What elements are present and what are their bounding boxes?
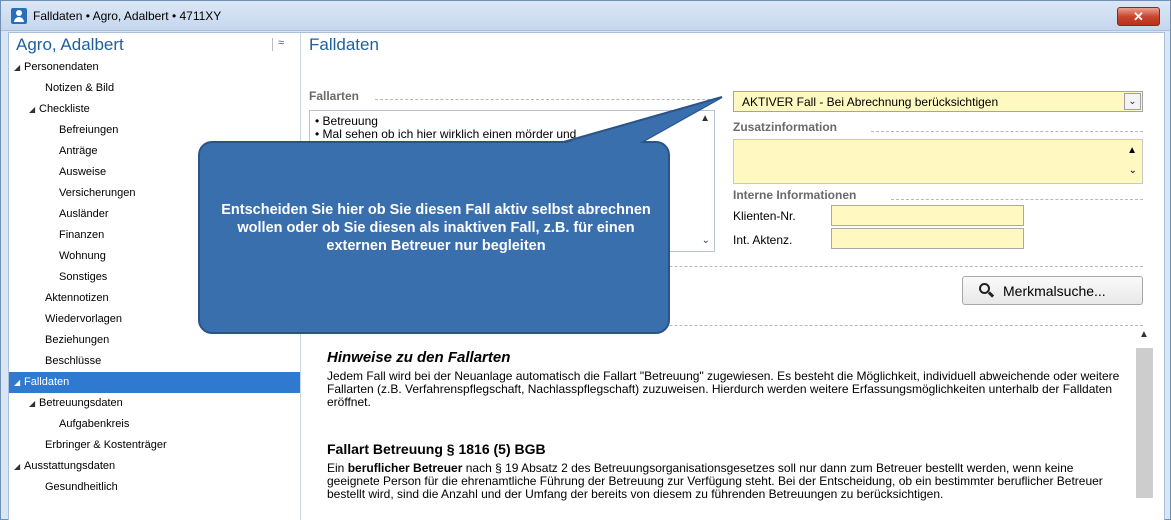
fall-status-value: AKTIVER Fall - Bei Abrechnung berücksich… [742,95,999,109]
callout-text: Entscheiden Sie hier ob Sie diesen Fall … [221,202,651,254]
tree-item-label: Erbringer & Kostenträger [45,439,167,451]
klienten-nr-label: Klienten-Nr. [733,209,796,223]
divider [891,199,1143,200]
expand-arrow-icon[interactable]: ◢ [29,393,35,414]
collapse-icon[interactable]: ≈ [271,37,284,51]
fallart-text-part: • Mal sehen ob ich hier wirklich einen m… [315,127,554,141]
tree-item-label: Wiedervorlagen [45,313,123,325]
tree-item-label: Personendaten [24,61,99,73]
scroll-up-icon[interactable]: ▲ [700,113,710,124]
zusatz-field[interactable]: ▲ ⌄ [733,139,1143,184]
tree-item-betreuungsdaten[interactable]: ◢ Betreuungsdaten [9,393,300,414]
tree-item-label: Falldaten [24,376,70,388]
tree-item-label: Ausweise [59,166,107,178]
tree-item-label: Gesundheitlich [45,481,118,493]
merkmalsuche-button[interactable]: Merkmalsuche... [962,276,1143,305]
tree-item-label: Finanzen [59,229,105,241]
tree-item-notizen-bild[interactable]: Notizen & Bild [9,78,300,99]
fall-status-select[interactable]: AKTIVER Fall - Bei Abrechnung berücksich… [733,91,1143,112]
scroll-up-icon[interactable]: ▲ [1127,145,1137,156]
vertical-scrollbar[interactable]: ▲ [1133,326,1157,520]
search-icon [979,283,990,294]
fallarten-label: Fallarten [309,89,360,103]
expand-arrow-icon[interactable]: ◢ [14,372,20,393]
scroll-down-icon[interactable]: ⌄ [702,235,710,246]
tree-item-label: Versicherungen [59,187,136,199]
tree-item-label: Betreuungsdaten [39,397,123,409]
tree-item-beschlüsse[interactable]: Beschlüsse [9,351,300,372]
tree-item-label: Befreiungen [59,124,119,136]
hinweise-title: Hinweise zu den Fallarten [327,349,511,366]
klienten-nr-field[interactable] [831,205,1024,226]
tree-item-label: Beschlüsse [45,355,102,367]
tree-item-label: Notizen & Bild [45,82,115,94]
tree-item-label: Checkliste [39,103,90,115]
tree-item-personendaten[interactable]: ◢ Personendaten [9,57,300,78]
fallart-item: • Mal sehen ob ich hier wirklich einen m… [315,128,695,141]
tree-item-label: Beziehungen [45,334,110,346]
tree-item-aufgabenkreis[interactable]: Aufgabenkreis [9,414,300,435]
close-button[interactable]: ✕ [1117,7,1160,26]
tree-item-gesundheitlich[interactable]: Gesundheitlich [9,477,300,498]
nav-header: Agro, Adalbert ≈ [9,33,300,56]
expand-arrow-icon[interactable]: ◢ [14,456,20,477]
tree-item-label: Ausstattungsdaten [24,460,116,472]
aktenz-label: Int. Aktenz. [733,233,793,247]
fallart-text-part: und [556,127,577,141]
tree-item-befreiungen[interactable]: Befreiungen [9,120,300,141]
expand-arrow-icon[interactable]: ◢ [14,57,20,78]
tree-item-falldaten[interactable]: ◢ Falldaten [9,372,300,393]
page-title: Falldaten [309,35,379,54]
person-icon [11,8,27,24]
interne-label: Interne Informationen [733,188,857,202]
tree-item-label: Anträge [59,145,98,157]
title-bar: Falldaten • Agro, Adalbert • 4711XY ✕ [1,1,1170,31]
paragraph-text: Ein [327,461,348,475]
scroll-up-icon[interactable]: ▲ [1139,329,1149,340]
chevron-down-icon[interactable]: ⌄ [1124,93,1141,110]
divider [375,99,715,100]
tree-item-checkliste[interactable]: ◢ Checkliste [9,99,300,120]
aktenz-field[interactable] [831,228,1024,249]
window-title: Falldaten • Agro, Adalbert • 4711XY [33,9,222,23]
fallart-paragraph: Ein beruflicher Betreuer nach § 19 Absat… [327,462,1127,501]
hinweise-panel: Hinweise zu den Fallarten Jedem Fall wir… [309,326,1141,520]
tree-item-label: Wohnung [59,250,106,262]
expand-arrow-icon[interactable]: ◢ [29,99,35,120]
tree-item-label: Sonstiges [59,271,108,283]
divider [871,131,1143,132]
tree-item-ausstattungsdaten[interactable]: ◢ Ausstattungsdaten [9,456,300,477]
client-name: Agro, Adalbert [16,35,124,54]
tree-item-label: Aktennotizen [45,292,109,304]
tree-item-erbringer-kostenträger[interactable]: Erbringer & Kostenträger [9,435,300,456]
tree-item-label: Ausländer [59,208,109,220]
paragraph-bold: beruflicher Betreuer [347,461,463,475]
scroll-down-icon[interactable]: ⌄ [1129,165,1137,176]
hinweise-paragraph: Jedem Fall wird bei der Neuanlage automa… [327,369,1120,409]
scrollbar-thumb[interactable] [1136,348,1153,498]
tree-item-label: Aufgabenkreis [59,418,130,430]
fallart-heading: Fallart Betreuung § 1816 (5) BGB [327,441,546,457]
tooltip-callout: Entscheiden Sie hier ob Sie diesen Fall … [198,141,670,334]
zusatz-label: Zusatzinformation [733,120,837,134]
merkmalsuche-label: Merkmalsuche... [1003,283,1106,299]
